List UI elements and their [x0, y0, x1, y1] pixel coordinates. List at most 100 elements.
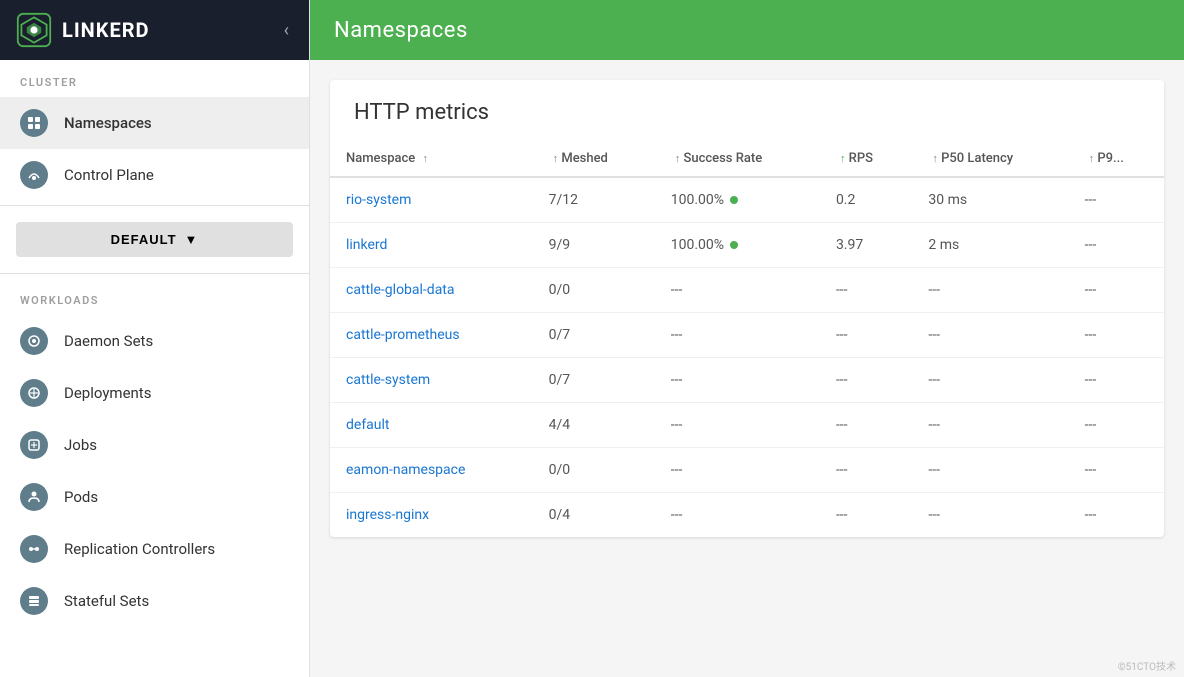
cell-success-rate: 100.00%: [655, 177, 820, 223]
cell-p9x: ---: [1069, 268, 1164, 313]
cell-namespace: cattle-system: [330, 358, 533, 403]
sidebar-daemonsets-label: Daemon Sets: [64, 332, 153, 350]
table-row: cattle-global-data0/0------------: [330, 268, 1164, 313]
cell-namespace: linkerd: [330, 223, 533, 268]
top-header: Namespaces: [310, 0, 1184, 60]
table-row: ingress-nginx0/4------------: [330, 493, 1164, 538]
cluster-section-label: CLUSTER: [0, 60, 309, 97]
sidebar-jobs-label: Jobs: [64, 436, 97, 454]
cell-p50: ---: [912, 493, 1068, 538]
cell-meshed: 0/7: [533, 313, 655, 358]
cell-p9x: ---: [1069, 223, 1164, 268]
replicationcontrollers-icon: [20, 535, 48, 563]
sidebar-deployments-label: Deployments: [64, 384, 151, 402]
cell-p9x: ---: [1069, 448, 1164, 493]
cell-rps: ---: [820, 268, 912, 313]
col-namespace[interactable]: Namespace ↑: [330, 141, 533, 177]
cell-meshed: 4/4: [533, 403, 655, 448]
table-row: eamon-namespace0/0------------: [330, 448, 1164, 493]
namespace-link[interactable]: cattle-prometheus: [346, 327, 460, 343]
cell-p50: ---: [912, 358, 1068, 403]
cell-success-rate: ---: [655, 268, 820, 313]
cell-rps: 3.97: [820, 223, 912, 268]
cell-rps: 0.2: [820, 177, 912, 223]
cell-rps: ---: [820, 358, 912, 403]
namespace-link[interactable]: cattle-system: [346, 372, 430, 388]
controlplane-icon: [20, 161, 48, 189]
cell-namespace: cattle-prometheus: [330, 313, 533, 358]
cell-rps: ---: [820, 403, 912, 448]
cell-namespace: eamon-namespace: [330, 448, 533, 493]
sidebar-item-daemonsets[interactable]: Daemon Sets: [0, 315, 309, 367]
namespace-link[interactable]: cattle-global-data: [346, 282, 455, 298]
sidebar-item-jobs[interactable]: Jobs: [0, 419, 309, 471]
cell-rps: ---: [820, 493, 912, 538]
p9x-sort-icon: ↑: [1089, 152, 1095, 165]
logo-text: LINKERD: [62, 18, 280, 42]
cell-success-rate: ---: [655, 403, 820, 448]
namespace-link[interactable]: rio-system: [346, 192, 411, 208]
linkerd-logo-icon: [16, 12, 52, 48]
cell-namespace: rio-system: [330, 177, 533, 223]
cell-meshed: 0/0: [533, 268, 655, 313]
sidebar-item-statefulsets[interactable]: Stateful Sets: [0, 575, 309, 627]
col-rps[interactable]: ↑ RPS: [820, 141, 912, 177]
namespace-link[interactable]: linkerd: [346, 237, 387, 253]
cell-success-rate: ---: [655, 358, 820, 403]
http-metrics-card: HTTP metrics Namespace ↑ ↑ Meshed: [330, 80, 1164, 537]
success-dot: [730, 241, 738, 249]
sidebar-item-replicationcontrollers[interactable]: Replication Controllers: [0, 523, 309, 575]
success-dot: [730, 196, 738, 204]
cell-p50: ---: [912, 403, 1068, 448]
page-title: Namespaces: [334, 18, 468, 43]
default-namespace-btn[interactable]: DEFAULT ▼: [16, 222, 293, 257]
sidebar-item-pods[interactable]: Pods: [0, 471, 309, 523]
cell-p9x: ---: [1069, 403, 1164, 448]
cell-p9x: ---: [1069, 313, 1164, 358]
cell-success-rate: ---: [655, 313, 820, 358]
namespace-link[interactable]: ingress-nginx: [346, 507, 429, 523]
card-title: HTTP metrics: [330, 80, 1164, 141]
sidebar-item-deployments[interactable]: Deployments: [0, 367, 309, 419]
p50-sort-icon: ↑: [932, 152, 938, 165]
col-p9x[interactable]: ↑ P9...: [1069, 141, 1164, 177]
table-row: cattle-prometheus0/7------------: [330, 313, 1164, 358]
cell-p50: 2 ms: [912, 223, 1068, 268]
cell-meshed: 7/12: [533, 177, 655, 223]
successrate-sort-icon: ↑: [675, 152, 681, 165]
deployments-icon: [20, 379, 48, 407]
sidebar-divider-2: [0, 273, 309, 274]
namespace-link[interactable]: default: [346, 417, 390, 433]
sidebar-rc-label: Replication Controllers: [64, 540, 215, 558]
sidebar-logo: LINKERD ‹: [0, 0, 309, 60]
main-content: HTTP metrics Namespace ↑ ↑ Meshed: [310, 60, 1184, 677]
watermark: ©51CTO技术: [1118, 658, 1176, 673]
table-row: default4/4------------: [330, 403, 1164, 448]
cell-p9x: ---: [1069, 358, 1164, 403]
cell-meshed: 9/9: [533, 223, 655, 268]
workloads-section-label: WORKLOADS: [0, 278, 309, 315]
cell-rps: ---: [820, 313, 912, 358]
sidebar-divider-1: [0, 205, 309, 206]
table-row: linkerd9/9100.00%3.972 ms---: [330, 223, 1164, 268]
pods-icon: [20, 483, 48, 511]
namespace-link[interactable]: eamon-namespace: [346, 462, 465, 478]
meshed-sort-up-icon: ↑: [553, 152, 559, 165]
sidebar-collapse-btn[interactable]: ‹: [280, 16, 293, 45]
cell-p50: ---: [912, 448, 1068, 493]
col-meshed[interactable]: ↑ Meshed: [533, 141, 655, 177]
cell-success-rate: ---: [655, 448, 820, 493]
sidebar-item-namespaces[interactable]: Namespaces: [0, 97, 309, 149]
cell-meshed: 0/0: [533, 448, 655, 493]
sidebar-statefulsets-label: Stateful Sets: [64, 592, 149, 610]
col-p50[interactable]: ↑ P50 Latency: [912, 141, 1068, 177]
jobs-icon: [20, 431, 48, 459]
cell-namespace: cattle-global-data: [330, 268, 533, 313]
cell-p50: ---: [912, 313, 1068, 358]
sidebar-item-controlplane[interactable]: Control Plane: [0, 149, 309, 201]
cell-p50: 30 ms: [912, 177, 1068, 223]
sidebar-pods-label: Pods: [64, 488, 98, 506]
col-success-rate[interactable]: ↑ Success Rate: [655, 141, 820, 177]
cell-success-rate: ---: [655, 493, 820, 538]
cell-p9x: ---: [1069, 177, 1164, 223]
